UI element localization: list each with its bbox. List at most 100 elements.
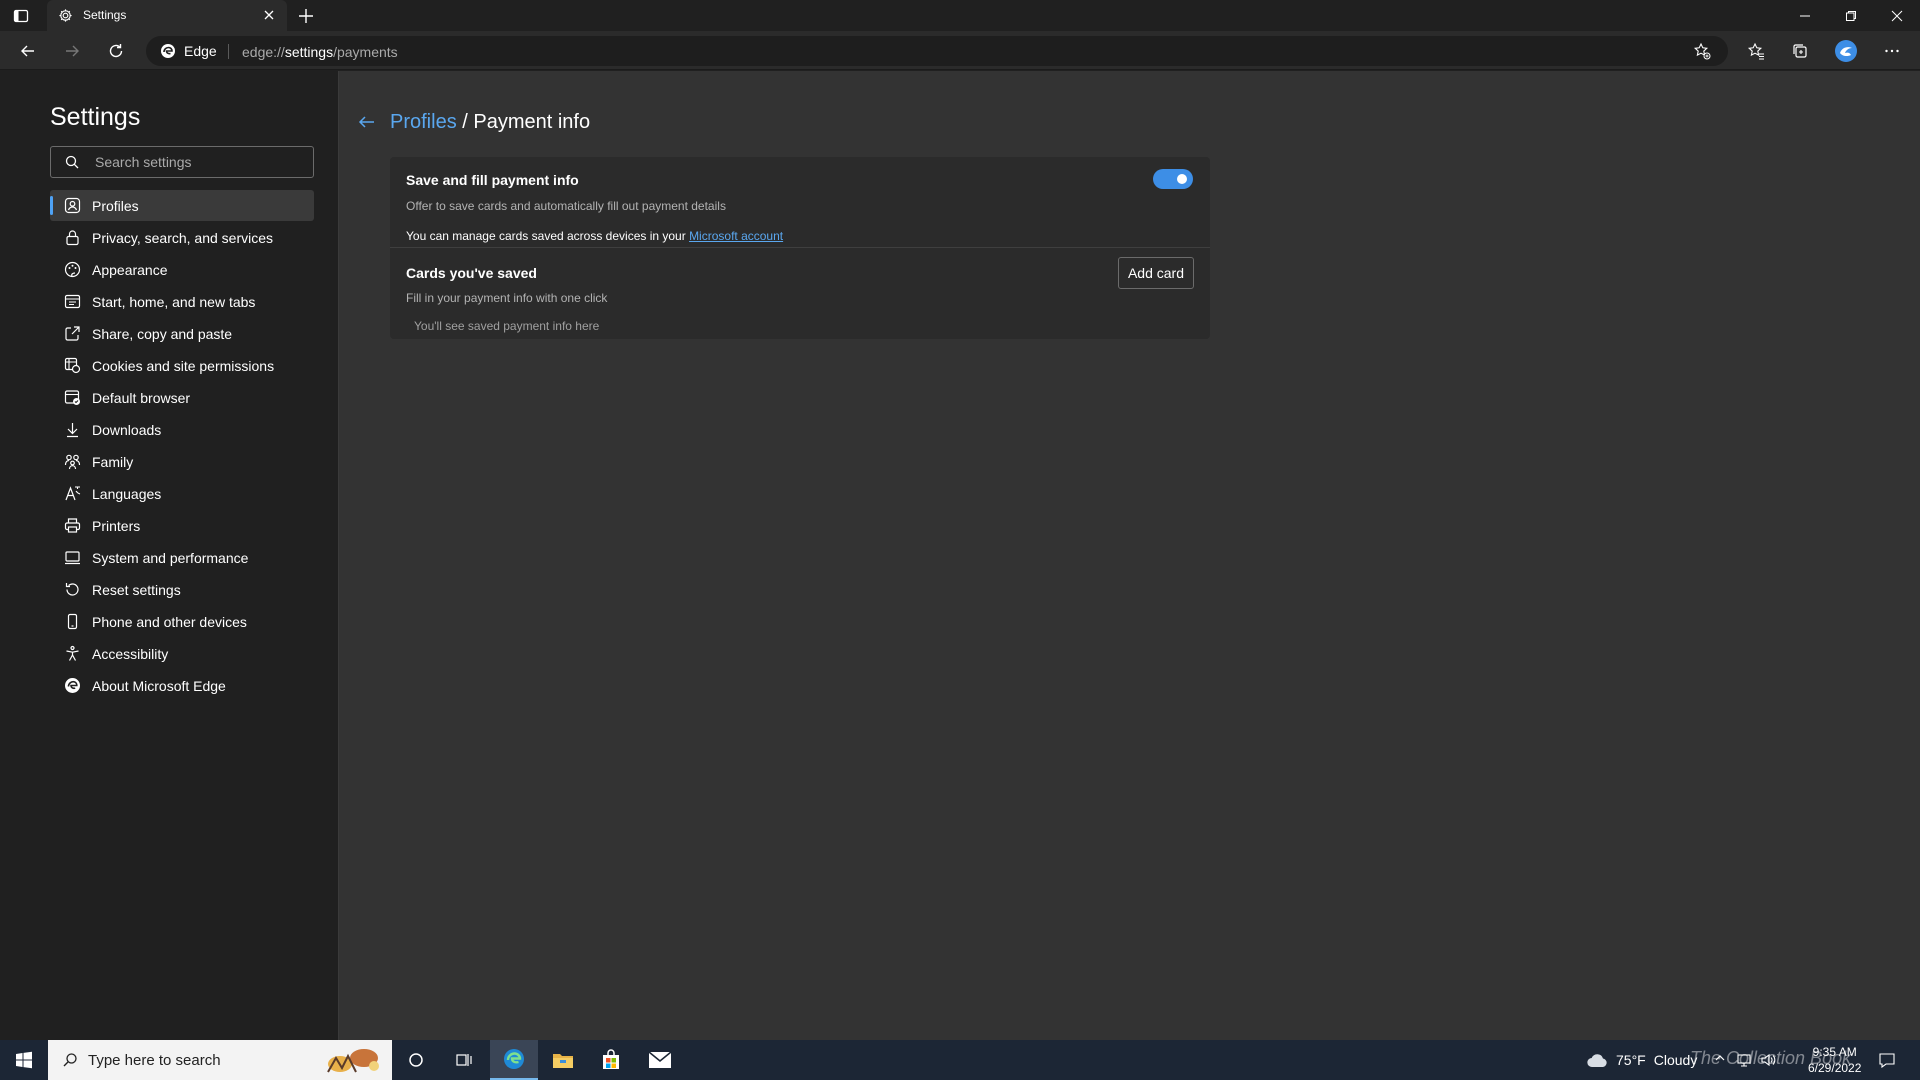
sidebar-item-phone[interactable]: Phone and other devices — [50, 606, 314, 637]
save-fill-subtitle: Offer to save cards and automatically fi… — [406, 199, 726, 213]
search-input[interactable] — [95, 147, 305, 177]
sidebar-item-reset[interactable]: Reset settings — [50, 574, 314, 605]
card-divider — [390, 247, 1210, 248]
sidebar-item-label: Start, home, and new tabs — [92, 294, 256, 310]
clock-date: 6/29/2022 — [1808, 1061, 1862, 1075]
sidebar-item-about[interactable]: About Microsoft Edge — [50, 670, 314, 701]
sidebar-item-label: Reset settings — [92, 582, 181, 598]
weather-widget[interactable]: 75°F Cloudy — [1586, 1052, 1697, 1068]
notification-icon[interactable] — [1878, 1052, 1896, 1068]
sidebar-item-profiles[interactable]: Profiles — [50, 190, 314, 221]
sidebar-item-appearance[interactable]: Appearance — [50, 254, 314, 285]
settings-title: Settings — [50, 103, 141, 131]
save-fill-toggle[interactable] — [1153, 169, 1193, 189]
sidebar-item-privacy[interactable]: Privacy, search, and services — [50, 222, 314, 253]
address-bar[interactable]: Edge edge://settings/payments — [146, 36, 1728, 66]
edge-chip[interactable]: Edge — [160, 43, 217, 59]
empty-cards-message: You'll see saved payment info here — [414, 319, 600, 333]
gear-icon — [58, 8, 73, 23]
cortana-button[interactable] — [392, 1040, 440, 1080]
sidebar-item-label: Downloads — [92, 422, 162, 438]
taskbar-file-explorer-app[interactable] — [539, 1040, 587, 1080]
system-clock[interactable]: 9:35 AM 6/29/2022 — [1808, 1044, 1861, 1076]
taskbar-store-app[interactable] — [587, 1040, 635, 1080]
volume-icon[interactable] — [1760, 1052, 1776, 1068]
sidebar-item-system[interactable]: System and performance — [50, 542, 314, 573]
sidebar-item-cookies[interactable]: Cookies and site permissions — [50, 350, 314, 381]
forward-button[interactable] — [58, 37, 86, 65]
address-separator — [228, 44, 229, 59]
search-icon — [65, 155, 79, 169]
sidebar-item-label: Cookies and site permissions — [92, 358, 275, 374]
sidebar-item-label: Privacy, search, and services — [92, 230, 274, 246]
task-view-button[interactable] — [440, 1040, 488, 1080]
add-card-button[interactable]: Add card — [1118, 257, 1194, 289]
refresh-button[interactable] — [102, 37, 130, 65]
languages-icon — [64, 485, 81, 502]
sidebar-item-label: Share, copy and paste — [92, 326, 233, 342]
profile-avatar[interactable] — [1830, 37, 1862, 65]
taskbar-search-placeholder: Type here to search — [88, 1052, 221, 1069]
share-icon — [64, 325, 81, 342]
sidebar-item-accessibility[interactable]: Accessibility — [50, 638, 314, 669]
taskbar-mail-app[interactable] — [636, 1040, 684, 1080]
favorites-button[interactable] — [1740, 37, 1772, 65]
weather-temp: 75°F — [1616, 1052, 1646, 1068]
sidebar-item-default-browser[interactable]: Default browser — [50, 382, 314, 413]
collections-button[interactable] — [1784, 37, 1816, 65]
more-menu-button[interactable] — [1876, 37, 1908, 65]
sidebar-item-languages[interactable]: Languages — [50, 478, 314, 509]
title-bar: Settings — [0, 0, 1920, 31]
tab-title: Settings — [83, 8, 127, 22]
back-button[interactable] — [14, 37, 42, 65]
url-path: /payments — [333, 44, 398, 60]
cloud-icon — [1586, 1052, 1608, 1068]
sidebar-item-printers[interactable]: Printers — [50, 510, 314, 541]
url-text[interactable]: edge://settings/payments — [242, 44, 398, 60]
clock-time: 9:35 AM — [1812, 1045, 1857, 1059]
breadcrumb: Profiles / Payment info — [390, 111, 590, 134]
home-tabs-icon — [64, 293, 81, 310]
new-tab-button[interactable] — [294, 4, 318, 28]
sidebar-item-label: Languages — [92, 486, 162, 502]
search-highlight-icon — [318, 1042, 388, 1078]
search-box[interactable] — [50, 146, 314, 178]
microsoft-account-link[interactable]: Microsoft account — [689, 229, 783, 243]
toggle-knob — [1177, 174, 1187, 184]
breadcrumb-separator: / — [456, 111, 474, 133]
edge-chip-label: Edge — [184, 43, 217, 59]
minimize-button[interactable] — [1782, 0, 1828, 31]
sidebar-item-label: About Microsoft Edge — [92, 678, 226, 694]
chevron-up-icon[interactable] — [1714, 1052, 1726, 1064]
sidebar-item-downloads[interactable]: Downloads — [50, 414, 314, 445]
edge-logo-icon — [64, 677, 81, 694]
tab-settings[interactable]: Settings — [47, 0, 287, 31]
add-favorite-icon[interactable] — [1693, 42, 1711, 60]
sidebar-item-start-home[interactable]: Start, home, and new tabs — [50, 286, 314, 317]
sidebar-item-share[interactable]: Share, copy and paste — [50, 318, 314, 349]
sidebar-item-family[interactable]: Family — [50, 446, 314, 477]
sidebar-item-label: Phone and other devices — [92, 614, 247, 630]
tab-actions-icon[interactable] — [12, 7, 30, 25]
default-browser-icon — [64, 389, 81, 406]
sidebar-item-label: Default browser — [92, 390, 191, 406]
back-arrow-button[interactable] — [357, 112, 377, 132]
close-tab-icon[interactable] — [263, 9, 275, 21]
cookies-icon — [64, 357, 81, 374]
cards-saved-title: Cards you've saved — [406, 265, 537, 281]
sidebar-item-label: System and performance — [92, 550, 249, 566]
manage-cards-text: You can manage cards saved across device… — [406, 229, 783, 243]
address-toolbar: Edge edge://settings/payments — [0, 31, 1920, 70]
save-fill-title: Save and fill payment info — [406, 172, 579, 188]
close-window-button[interactable] — [1874, 0, 1920, 31]
lock-icon — [64, 229, 81, 246]
start-button[interactable] — [0, 1040, 48, 1080]
restore-button[interactable] — [1828, 0, 1874, 31]
network-icon[interactable] — [1736, 1052, 1752, 1068]
taskbar-search-box[interactable]: Type here to search — [48, 1040, 392, 1080]
cards-saved-subtitle: Fill in your payment info with one click — [406, 291, 608, 305]
taskbar-edge-app[interactable] — [490, 1040, 538, 1080]
taskbar: Type here to search 75°F Cloudy The Coll… — [0, 1040, 1920, 1080]
settings-sidebar: Settings Profiles Privacy, search, and s… — [0, 71, 339, 1040]
breadcrumb-profiles-link[interactable]: Profiles — [390, 111, 457, 133]
